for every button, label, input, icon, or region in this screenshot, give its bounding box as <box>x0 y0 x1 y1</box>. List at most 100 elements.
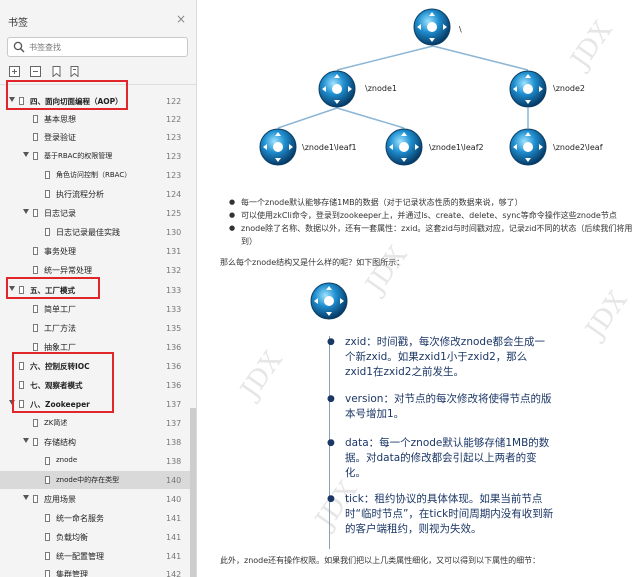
tree-node-label: \znode1 <box>365 84 397 93</box>
bookmark-icon <box>45 457 50 465</box>
scrollbar[interactable] <box>190 408 196 577</box>
bookmark-label: 集群管理 <box>56 570 88 577</box>
bookmark-label: 执行流程分析 <box>56 190 104 199</box>
search-input[interactable] <box>29 39 179 55</box>
bookmark-icon <box>33 266 38 274</box>
bookmark-item[interactable]: 负载均衡 141 <box>0 528 190 546</box>
bookmark-icon <box>33 438 38 446</box>
bookmark-label: ZK简述 <box>44 419 68 427</box>
bookmark-label: 日志记录 <box>44 209 76 218</box>
bookmark-item[interactable]: 工厂方法 135 <box>0 319 190 337</box>
bullet-item: znode除了名称、数据以外，还有一套属性：zxid。这套zid与时间戳对应，记… <box>229 222 639 248</box>
bookmark-item[interactable]: znode 138 <box>0 452 190 470</box>
bookmark-label: 事务处理 <box>44 247 76 256</box>
bookmark-item[interactable]: 应用场景 140 <box>0 490 190 508</box>
bookmark-item[interactable]: 执行流程分析 124 <box>0 185 190 203</box>
bullet-dot-icon: ● <box>327 438 335 448</box>
bookmark-item[interactable]: 基于RBAC的权限管理 123 <box>0 147 190 165</box>
bookmark-item[interactable]: 统一命名服务 141 <box>0 509 190 527</box>
add-bookmark-icon[interactable] <box>51 66 62 77</box>
tree-node-label: \znode1\leaf2 <box>429 143 484 152</box>
bullet-dot-icon: ● <box>327 494 335 504</box>
bullet-list: 每一个znode默认能够存储1MB的数据（对于记录状态性质的数据来说，够了） 可… <box>229 196 639 248</box>
document-page: JDX JDX JDX JDX JDX \ \znode1 \znode2 \z… <box>197 0 640 577</box>
page-number: 136 <box>166 362 182 371</box>
page-number: 133 <box>166 286 182 295</box>
page-number: 123 <box>166 133 182 142</box>
collapse-arrow-icon[interactable] <box>23 152 29 157</box>
highlight-box <box>6 277 100 299</box>
highlight-box <box>12 352 114 413</box>
znode-globe-icon <box>509 128 547 166</box>
bookmark-label: 统一异常处理 <box>44 266 92 275</box>
highlight-box <box>6 80 128 110</box>
expand-all-icon[interactable] <box>9 66 20 77</box>
close-icon[interactable]: × <box>176 13 186 25</box>
page-number: 123 <box>166 152 182 161</box>
bookmark-icon[interactable] <box>69 66 80 77</box>
znode-globe-icon <box>318 70 356 108</box>
property-item: ● zxid：时间戳，每次修改znode都会生成一个新zxid。如果zxid1小… <box>327 335 555 380</box>
bookmark-label: 基于RBAC的权限管理 <box>44 152 113 160</box>
bookmark-item[interactable]: 集群管理 142 <box>0 565 190 577</box>
bookmark-item[interactable]: 基本思想 122 <box>0 110 190 128</box>
page-number: 123 <box>166 171 182 180</box>
page-number: 140 <box>166 495 182 504</box>
bookmark-icon <box>33 152 38 160</box>
bookmark-item[interactable]: 登录验证 123 <box>0 128 190 146</box>
bookmark-panel: 书签 × 四、面向切面编程（AOP） 122 <box>0 0 197 577</box>
bookmark-item[interactable]: 日志记录 125 <box>0 204 190 222</box>
page-number: 136 <box>166 381 182 390</box>
bookmark-item[interactable]: 统一配置管理 141 <box>0 547 190 565</box>
bookmark-item[interactable]: 存储结构 138 <box>0 433 190 451</box>
collapse-all-icon[interactable] <box>30 66 41 77</box>
collapse-arrow-icon[interactable] <box>23 495 29 500</box>
bookmark-item[interactable]: 简单工厂 133 <box>0 300 190 318</box>
paragraph: 此外，znode还有操作权限。如果我们把以上几类属性细化，又可以得到以下属性的细… <box>220 556 541 565</box>
page-number: 137 <box>166 400 182 409</box>
bookmark-label: 角色访问控制（RBAC） <box>56 171 132 179</box>
bookmark-search[interactable] <box>7 37 188 57</box>
bookmark-label: 应用场景 <box>44 495 76 504</box>
bookmark-item[interactable]: 日志记录最佳实践 130 <box>0 223 190 241</box>
bookmark-item[interactable]: 事务处理 131 <box>0 242 190 260</box>
bookmark-item-selected[interactable]: znode中的存在类型 140 <box>0 471 190 489</box>
property-text: tick：租约协议的具体体现。如果当前节点时“临时节点”，在tick时间周期内没… <box>345 493 554 535</box>
bookmark-label: 简单工厂 <box>44 305 76 314</box>
znode-globe-icon <box>509 70 547 108</box>
property-item: ● data：每一个znode默认能够存储1MB的数据。对data的修改都会引起… <box>327 436 555 481</box>
page-number: 138 <box>166 457 182 466</box>
bookmark-icon <box>45 514 50 522</box>
collapse-arrow-icon[interactable] <box>23 438 29 443</box>
panel-title: 书签 <box>8 18 28 29</box>
watermark: JDX <box>580 286 634 344</box>
collapse-arrow-icon[interactable] <box>23 209 29 214</box>
bookmark-item[interactable]: ZK简述 137 <box>0 414 190 432</box>
bookmark-label: 负载均衡 <box>56 533 88 542</box>
bookmark-icon <box>33 115 38 123</box>
page-number: 125 <box>166 209 182 218</box>
bookmark-icon <box>45 171 50 179</box>
bookmark-icon <box>45 570 50 577</box>
page-number: 142 <box>166 570 182 577</box>
page-number: 138 <box>166 438 182 447</box>
paragraph: 那么每个znode结构又是什么样的呢？如下图所示： <box>220 258 405 267</box>
page-number: 122 <box>166 115 182 124</box>
bookmark-icon <box>45 190 50 198</box>
bullet-item: 可以使用zkCli命令，登录到zookeeper上，并通过ls、create、d… <box>229 209 639 222</box>
bookmark-label: 统一命名服务 <box>56 514 104 523</box>
bookmark-label: 基本思想 <box>44 115 76 124</box>
bookmark-item[interactable]: 角色访问控制（RBAC） 123 <box>0 166 190 184</box>
watermark: JDX <box>235 346 289 404</box>
bookmark-icon <box>45 476 50 484</box>
search-icon <box>13 41 25 53</box>
bookmark-icon <box>33 495 38 503</box>
page-number: 136 <box>166 343 182 352</box>
page-number: 130 <box>166 228 182 237</box>
znode-globe-icon <box>310 282 348 320</box>
property-item: ● version：对节点的每次修改将使得节点的版本号增加1。 <box>327 392 555 422</box>
tree-node-label: \znode2\leaf <box>553 143 603 152</box>
page-number: 124 <box>166 190 182 199</box>
page-number: 137 <box>166 419 182 428</box>
page-number: 135 <box>166 324 182 333</box>
